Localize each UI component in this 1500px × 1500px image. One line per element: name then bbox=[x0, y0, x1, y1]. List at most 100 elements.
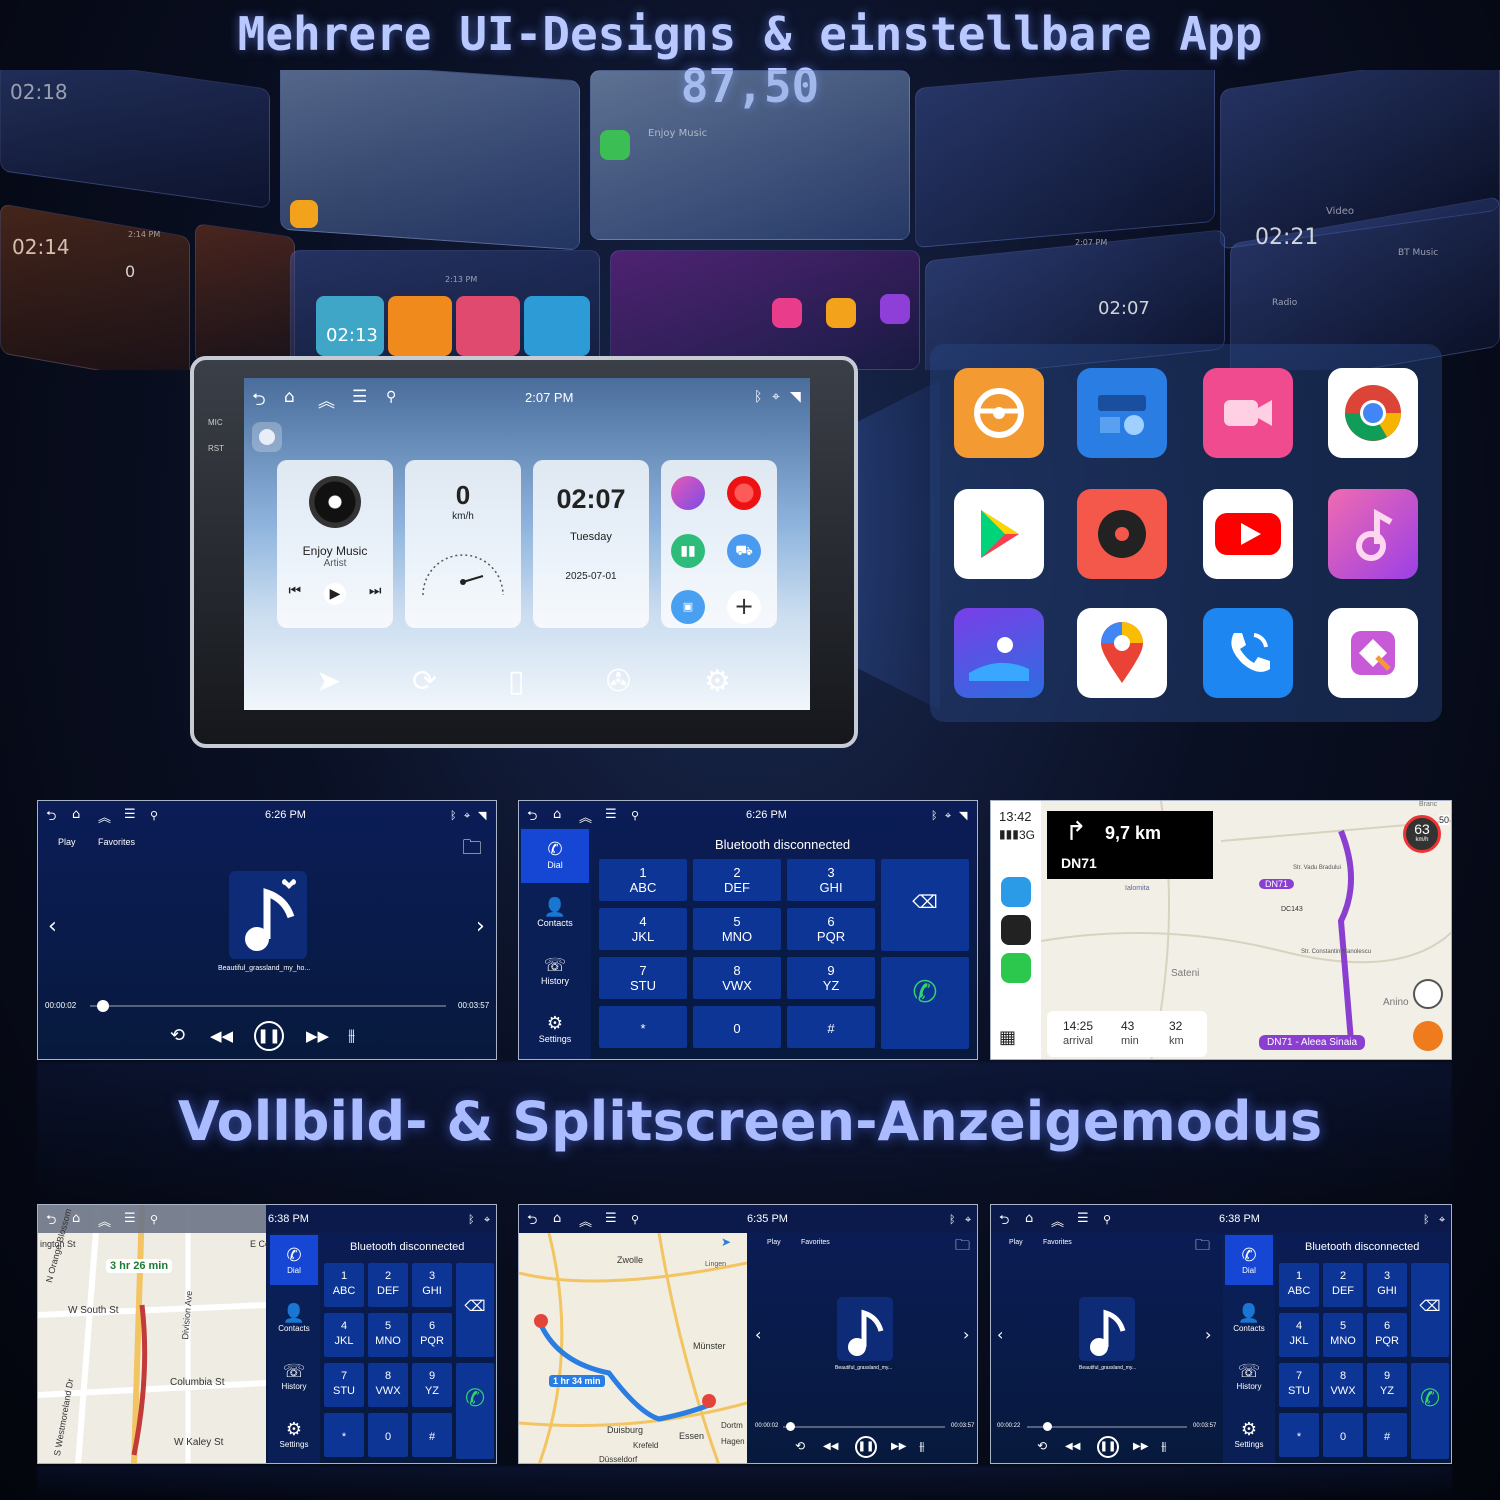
backspace-button[interactable]: ⌫ bbox=[456, 1263, 494, 1357]
backspace-button[interactable]: ⌫ bbox=[881, 859, 969, 951]
video-reel-icon[interactable]: ✇ bbox=[606, 664, 631, 699]
sidebar-item-history[interactable]: ☏ History bbox=[270, 1361, 318, 1391]
fast-forward-icon[interactable]: ▶▶ bbox=[1133, 1441, 1148, 1452]
chevron-right-icon[interactable]: › bbox=[963, 1325, 969, 1344]
dial-key[interactable]: 9 YZ bbox=[412, 1363, 452, 1407]
chevron-up-icon[interactable]: ︽ bbox=[579, 1211, 592, 1230]
report-button[interactable] bbox=[1413, 1021, 1443, 1051]
dial-key[interactable]: 1 ABC bbox=[324, 1263, 364, 1307]
assistant-button[interactable] bbox=[252, 422, 282, 452]
tab-play[interactable]: Play bbox=[1009, 1239, 1023, 1246]
chevron-up-icon[interactable]: ︽ bbox=[579, 807, 592, 826]
fast-forward-icon[interactable]: ▶▶ bbox=[891, 1441, 906, 1452]
home-icon[interactable]: ⌂ bbox=[1025, 1211, 1033, 1226]
dial-key[interactable]: # bbox=[787, 1006, 875, 1048]
waze-icon[interactable] bbox=[1001, 877, 1031, 907]
sidebar-item-contacts[interactable]: 👤 Contacts bbox=[1225, 1303, 1273, 1333]
record-shortcut-icon[interactable] bbox=[727, 476, 761, 510]
dial-key[interactable]: 9 YZ bbox=[1367, 1363, 1407, 1407]
dial-key[interactable]: 2 DEF bbox=[368, 1263, 408, 1307]
dial-key[interactable]: 0 bbox=[1323, 1413, 1363, 1457]
backspace-button[interactable]: ⌫ bbox=[1411, 1263, 1449, 1357]
sidebar-item-history[interactable]: ☏ History bbox=[521, 955, 589, 986]
phone-shortcut-icon[interactable] bbox=[1001, 953, 1031, 983]
folder-icon[interactable]: 🗀 bbox=[462, 833, 482, 867]
dial-key[interactable]: 2 DEF bbox=[693, 859, 781, 901]
dial-key[interactable]: # bbox=[1367, 1413, 1407, 1457]
chevron-up-icon[interactable]: ︽ bbox=[98, 807, 111, 826]
sidebar-item-dial[interactable]: ✆ Dial bbox=[1225, 1245, 1273, 1275]
play-store-app-icon[interactable] bbox=[954, 489, 1044, 579]
sidebar-item-contacts[interactable]: 👤 Contacts bbox=[270, 1303, 318, 1333]
sidebar-item-dial[interactable]: ✆ Dial bbox=[270, 1245, 318, 1275]
reload-icon[interactable]: ⟳ bbox=[412, 664, 437, 699]
dial-key[interactable]: 7 STU bbox=[599, 957, 687, 999]
tab-favorites[interactable]: Favorites bbox=[1043, 1239, 1072, 1246]
home-icon[interactable]: ⌂ bbox=[553, 807, 561, 822]
sidebar-item-settings[interactable]: ⚙ Settings bbox=[270, 1419, 318, 1449]
rewind-icon[interactable]: ◀◀ bbox=[210, 1027, 233, 1045]
home-icon[interactable]: ⌂ bbox=[553, 1211, 561, 1226]
music-player-app-icon[interactable] bbox=[1077, 489, 1167, 579]
dial-key[interactable]: 1 ABC bbox=[599, 859, 687, 901]
dial-key[interactable]: * bbox=[599, 1006, 687, 1048]
dial-key[interactable]: 8 VWX bbox=[693, 957, 781, 999]
chrome-app-icon[interactable] bbox=[1328, 368, 1418, 458]
call-button[interactable]: ✆ bbox=[1411, 1363, 1449, 1459]
app-shortcut-icon[interactable] bbox=[1001, 915, 1031, 945]
menu-icon[interactable]: ☰ bbox=[124, 807, 136, 822]
menu-icon[interactable]: ☰ bbox=[605, 807, 617, 822]
chevron-right-icon[interactable]: › bbox=[1205, 1325, 1211, 1344]
recenter-button[interactable] bbox=[1413, 979, 1443, 1009]
back-icon[interactable]: ⮌ bbox=[46, 807, 56, 829]
dial-key[interactable]: 3 GHI bbox=[412, 1263, 452, 1307]
steering-wheel-app-icon[interactable] bbox=[954, 368, 1044, 458]
dial-key[interactable]: # bbox=[412, 1413, 452, 1457]
repeat-icon[interactable]: ⟲ bbox=[170, 1025, 185, 1046]
music-card[interactable]: Enjoy Music Artist ⏮ ▶ ⏭ bbox=[277, 460, 393, 628]
progress-handle[interactable] bbox=[1043, 1422, 1052, 1431]
chevron-up-icon[interactable]: ︽ bbox=[318, 387, 335, 412]
car-shortcut-icon[interactable]: ⛟ bbox=[727, 534, 761, 568]
dial-key[interactable]: 6 PQR bbox=[787, 908, 875, 950]
compass-icon[interactable]: ➤ bbox=[721, 1235, 731, 1249]
dial-key[interactable]: 8 VWX bbox=[368, 1363, 408, 1407]
dial-key[interactable]: 3 GHI bbox=[1367, 1263, 1407, 1307]
pause-icon[interactable]: ❚❚ bbox=[1097, 1436, 1119, 1458]
radio-app-icon[interactable] bbox=[1077, 368, 1167, 458]
dial-key[interactable]: 6 PQR bbox=[1367, 1313, 1407, 1357]
bt-music-app-icon[interactable] bbox=[1328, 489, 1418, 579]
sidebar-item-settings[interactable]: ⚙ Settings bbox=[521, 1013, 589, 1044]
back-icon[interactable]: ⮌ bbox=[527, 1211, 537, 1233]
chevron-up-icon[interactable]: ︽ bbox=[1051, 1211, 1064, 1230]
progress-track[interactable] bbox=[90, 1000, 446, 1012]
google-maps-app-icon[interactable] bbox=[1077, 608, 1167, 698]
progress-track[interactable] bbox=[1027, 1422, 1187, 1431]
dial-key[interactable]: * bbox=[324, 1413, 364, 1457]
equalizer-icon[interactable]: ⫵ bbox=[1161, 1439, 1167, 1454]
dial-key[interactable]: 6 PQR bbox=[412, 1313, 452, 1357]
progress-handle[interactable] bbox=[786, 1422, 795, 1431]
screen-mirror-app-icon[interactable] bbox=[1328, 608, 1418, 698]
chevron-right-icon[interactable]: › bbox=[476, 914, 485, 939]
tab-play[interactable]: Play bbox=[58, 837, 76, 847]
sidebar-item-dial[interactable]: ✆ Dial bbox=[521, 839, 589, 870]
dial-key[interactable]: * bbox=[1279, 1413, 1319, 1457]
tab-favorites[interactable]: Favorites bbox=[801, 1239, 830, 1246]
dial-key[interactable]: 4 JKL bbox=[1279, 1313, 1319, 1357]
video-app-icon[interactable] bbox=[1203, 368, 1293, 458]
phone-link-icon[interactable]: ▯ bbox=[508, 664, 525, 699]
sidebar-item-settings[interactable]: ⚙ Settings bbox=[1225, 1419, 1273, 1449]
progress-track[interactable] bbox=[783, 1422, 945, 1431]
back-icon[interactable]: ⮌ bbox=[46, 1211, 56, 1233]
menu-icon[interactable]: ☰ bbox=[124, 1211, 136, 1226]
chevron-up-icon[interactable]: ︽ bbox=[98, 1211, 111, 1230]
rewind-icon[interactable]: ◀◀ bbox=[1065, 1441, 1080, 1452]
dial-key[interactable]: 1 ABC bbox=[1279, 1263, 1319, 1307]
folder-icon[interactable]: 🗀 bbox=[1195, 1235, 1210, 1260]
screen-mirror-shortcut-icon[interactable] bbox=[671, 476, 705, 510]
call-button[interactable]: ✆ bbox=[456, 1363, 494, 1459]
grid-icon[interactable]: ▦ bbox=[999, 1027, 1016, 1048]
dial-key[interactable]: 5 MNO bbox=[1323, 1313, 1363, 1357]
chevron-left-icon[interactable]: ‹ bbox=[997, 1325, 1003, 1344]
